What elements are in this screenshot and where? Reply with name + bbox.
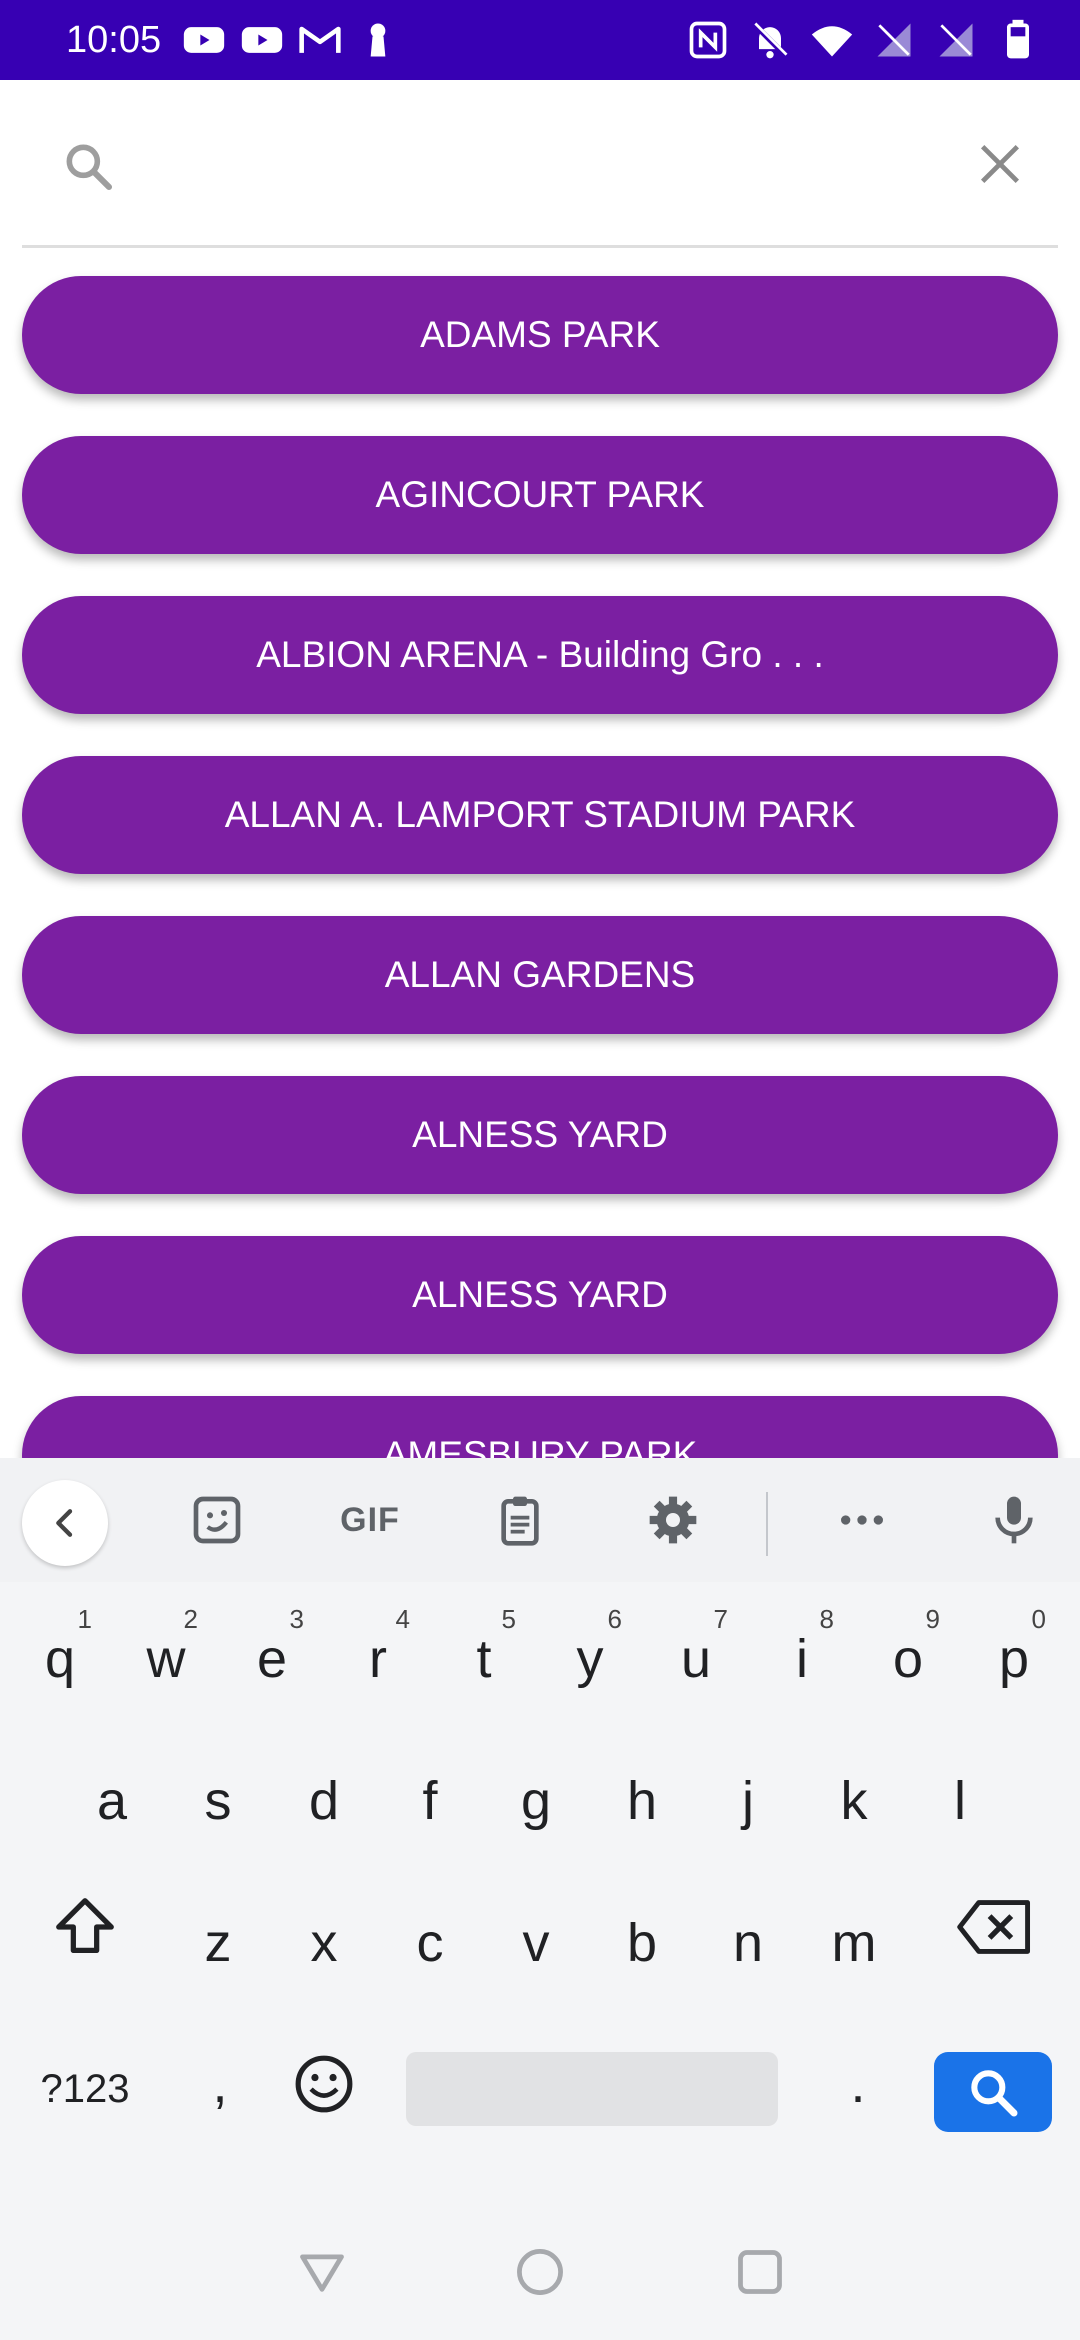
key-i[interactable]: i8 bbox=[752, 1594, 852, 1724]
list-item: ALNESS YARD bbox=[0, 1208, 1080, 1358]
bell-off-icon bbox=[748, 18, 792, 62]
wifi-icon bbox=[810, 18, 854, 62]
key-c[interactable]: c bbox=[380, 1878, 480, 2008]
park-button[interactable]: ALLAN GARDENS bbox=[22, 916, 1058, 1034]
key-g[interactable]: g bbox=[486, 1736, 586, 1866]
park-button[interactable]: AGINCOURT PARK bbox=[22, 436, 1058, 554]
key-v[interactable]: v bbox=[486, 1878, 586, 2008]
list-item: AGINCOURT PARK bbox=[0, 408, 1080, 558]
status-time: 10:05 bbox=[66, 19, 162, 61]
search-icon bbox=[971, 2070, 1018, 2117]
key-q[interactable]: q1 bbox=[10, 1594, 110, 1724]
list-item: ADAMS PARK bbox=[0, 248, 1080, 398]
youtube-icon bbox=[240, 18, 284, 62]
close-icon[interactable] bbox=[974, 138, 1026, 190]
key-s[interactable]: s bbox=[168, 1736, 268, 1866]
recents-square-icon[interactable] bbox=[732, 2244, 788, 2300]
list-item: ALBION ARENA - Building Gro . . . bbox=[0, 568, 1080, 718]
key-l[interactable]: l bbox=[910, 1736, 1010, 1866]
key-o[interactable]: o9 bbox=[858, 1594, 958, 1724]
emoji-icon[interactable] bbox=[286, 2046, 362, 2122]
key-x[interactable]: x bbox=[274, 1878, 374, 2008]
more-icon[interactable] bbox=[830, 1488, 894, 1552]
shift-icon[interactable] bbox=[40, 1882, 130, 1972]
toolbar-divider bbox=[766, 1492, 768, 1556]
keyhole-icon bbox=[356, 18, 400, 62]
list-item: AMESBURY PARK bbox=[0, 1368, 1080, 1458]
navigation-bar bbox=[0, 2200, 1080, 2340]
key-e[interactable]: e3 bbox=[222, 1594, 322, 1724]
park-button[interactable]: ADAMS PARK bbox=[22, 276, 1058, 394]
comma-key[interactable]: , bbox=[170, 2024, 270, 2144]
gear-icon[interactable] bbox=[641, 1488, 705, 1552]
clipboard-icon[interactable] bbox=[488, 1488, 552, 1552]
list-item: ALNESS YARD bbox=[0, 1048, 1080, 1198]
list-item: ALLAN A. LAMPORT STADIUM PARK bbox=[0, 728, 1080, 878]
key-p[interactable]: p0 bbox=[964, 1594, 1064, 1724]
key-d[interactable]: d bbox=[274, 1736, 374, 1866]
gif-button[interactable]: GIF bbox=[330, 1488, 410, 1552]
park-button[interactable]: ALNESS YARD bbox=[22, 1236, 1058, 1354]
key-m[interactable]: m bbox=[804, 1878, 904, 2008]
search-input[interactable] bbox=[140, 120, 940, 210]
space-key[interactable] bbox=[406, 2052, 778, 2126]
youtube-icon bbox=[182, 18, 226, 62]
key-t[interactable]: t5 bbox=[434, 1594, 534, 1724]
key-y[interactable]: y6 bbox=[540, 1594, 640, 1724]
battery-icon bbox=[996, 18, 1040, 62]
park-button[interactable]: ALLAN A. LAMPORT STADIUM PARK bbox=[22, 756, 1058, 874]
back-triangle-icon[interactable] bbox=[294, 2244, 350, 2300]
park-button[interactable]: ALBION ARENA - Building Gro . . . bbox=[22, 596, 1058, 714]
home-circle-icon[interactable] bbox=[512, 2244, 568, 2300]
key-w[interactable]: w2 bbox=[116, 1594, 216, 1724]
park-list[interactable]: ADAMS PARK AGINCOURT PARK ALBION ARENA -… bbox=[0, 248, 1080, 1458]
key-k[interactable]: k bbox=[804, 1736, 904, 1866]
list-item: ALLAN GARDENS bbox=[0, 888, 1080, 1038]
search-icon bbox=[66, 144, 113, 191]
period-key[interactable]: . bbox=[808, 2024, 908, 2144]
key-r[interactable]: r4 bbox=[328, 1594, 428, 1724]
back-chevron-icon[interactable] bbox=[22, 1480, 108, 1566]
key-f[interactable]: f bbox=[380, 1736, 480, 1866]
search-key[interactable] bbox=[934, 2052, 1052, 2132]
symbols-key[interactable]: ?123 bbox=[20, 2044, 150, 2134]
sticker-icon[interactable] bbox=[185, 1488, 249, 1552]
key-n[interactable]: n bbox=[698, 1878, 798, 2008]
backspace-icon[interactable] bbox=[950, 1882, 1040, 1972]
key-z[interactable]: z bbox=[168, 1878, 268, 2008]
park-button[interactable]: ALNESS YARD bbox=[22, 1076, 1058, 1194]
microphone-icon[interactable] bbox=[982, 1488, 1046, 1552]
key-b[interactable]: b bbox=[592, 1878, 692, 2008]
no-signal-icon bbox=[872, 18, 916, 62]
gmail-icon bbox=[298, 18, 342, 62]
status-bar: 10:05 bbox=[0, 0, 1080, 80]
key-a[interactable]: a bbox=[62, 1736, 162, 1866]
key-h[interactable]: h bbox=[592, 1736, 692, 1866]
key-u[interactable]: u7 bbox=[646, 1594, 746, 1724]
key-j[interactable]: j bbox=[698, 1736, 798, 1866]
nfc-icon bbox=[686, 18, 730, 62]
search-bar bbox=[0, 80, 1080, 248]
keyboard-toolbar: GIF bbox=[0, 1458, 1080, 1582]
park-button[interactable]: AMESBURY PARK bbox=[22, 1396, 1058, 1458]
no-signal-icon bbox=[934, 18, 978, 62]
